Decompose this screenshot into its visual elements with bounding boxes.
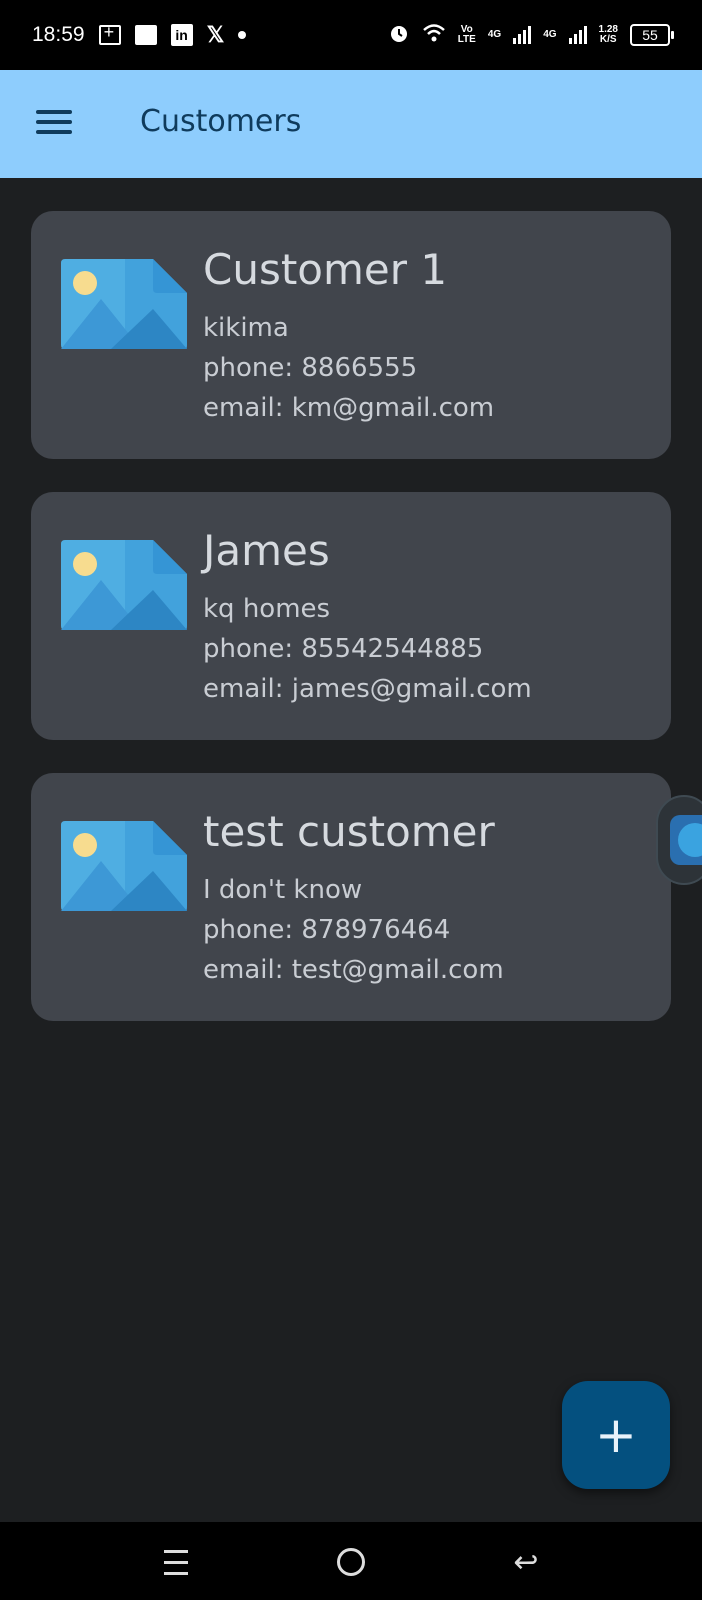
- signal-2-label: 4G: [543, 29, 557, 40]
- plus-icon: +: [595, 1406, 637, 1464]
- recent-apps-icon[interactable]: [156, 1542, 196, 1582]
- image-placeholder-icon: [61, 821, 187, 911]
- alarm-icon: [388, 22, 410, 49]
- customer-card[interactable]: James kq homes phone: 85542544885 email:…: [31, 492, 671, 740]
- status-bar-right: Vo LTE 4G 4G 1.28 K/S 55: [388, 22, 674, 49]
- status-bar-left: 18:59 in 𝕏: [32, 22, 247, 48]
- battery-icon: 55: [630, 24, 674, 46]
- signal-2-icon: [568, 26, 587, 44]
- customer-email: email: james@gmail.com: [203, 674, 532, 704]
- image-placeholder-icon: [61, 540, 187, 630]
- calendar-notification-icon: [98, 22, 121, 45]
- volte-bottom-label: LTE: [457, 34, 476, 45]
- system-navigation-bar: ↩: [0, 1522, 702, 1600]
- status-bar: 18:59 in 𝕏 Vo LTE 4G 4G 1.28 K/S 55: [0, 0, 702, 70]
- app-bar: Customers: [0, 70, 702, 178]
- customer-phone: phone: 8866555: [203, 353, 418, 383]
- customer-name: test customer: [203, 807, 495, 856]
- customer-company: kikima: [203, 313, 289, 343]
- customer-email: email: km@gmail.com: [203, 393, 495, 423]
- home-icon[interactable]: [331, 1542, 371, 1582]
- status-time: 18:59: [32, 23, 85, 46]
- customer-name: James: [203, 526, 330, 575]
- signal-1-icon: [513, 26, 532, 44]
- customer-name: Customer 1: [203, 245, 448, 294]
- customer-phone: phone: 85542544885: [203, 634, 484, 664]
- back-icon[interactable]: ↩: [506, 1542, 546, 1582]
- page-title: Customers: [140, 104, 302, 139]
- wifi-icon: [422, 23, 446, 48]
- customer-email: email: test@gmail.com: [203, 955, 504, 985]
- customer-phone: phone: 878976464: [203, 915, 451, 945]
- customer-card[interactable]: test customer I don't know phone: 878976…: [31, 773, 671, 1021]
- add-customer-button[interactable]: +: [562, 1381, 670, 1489]
- more-notifications-dot-icon: [238, 31, 247, 39]
- customer-company: kq homes: [203, 594, 331, 624]
- network-speed-unit: K/S: [599, 34, 617, 45]
- image-placeholder-icon: [61, 259, 187, 349]
- signal-1-label: 4G: [487, 29, 502, 40]
- floating-app-bubble-icon[interactable]: [656, 795, 702, 885]
- customer-card[interactable]: Customer 1 kikima phone: 8866555 email: …: [31, 211, 671, 459]
- linkedin-icon: in: [170, 24, 193, 46]
- network-speed: 1.28 K/S: [599, 25, 618, 45]
- volte-indicator: Vo LTE: [458, 25, 476, 45]
- x-icon: 𝕏: [206, 22, 225, 47]
- app-notification-icon: [134, 25, 157, 45]
- hamburger-menu-icon[interactable]: [36, 110, 72, 138]
- customer-company: I don't know: [203, 875, 363, 905]
